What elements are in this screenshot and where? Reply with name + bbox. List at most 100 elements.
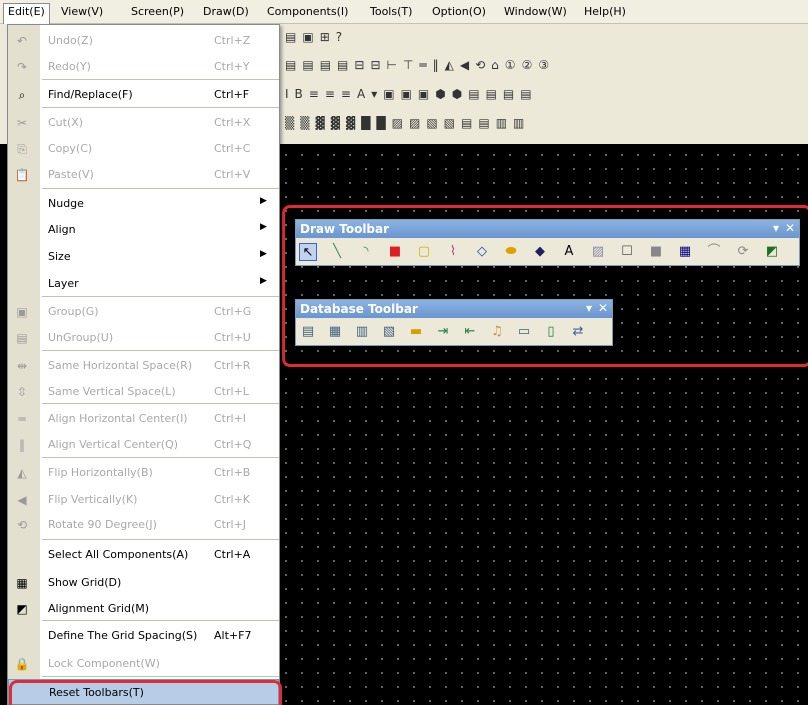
menu-screen[interactable]: Screen(P) xyxy=(127,3,188,21)
db-list-icon[interactable]: ▧ xyxy=(380,323,398,341)
menu-separator xyxy=(42,539,279,540)
cut-icon: ✂ xyxy=(16,116,28,130)
database-toolbar-title: Database Toolbar xyxy=(300,302,418,316)
image-icon[interactable]: ▨ xyxy=(589,243,607,261)
polygon-icon[interactable]: ◇ xyxy=(473,243,491,261)
menu-item-label: Find/Replace(F) xyxy=(48,88,133,101)
toolbar-options-icon[interactable]: ▾ xyxy=(773,221,779,235)
menu-item-same-horizontal-space: ⇹ Same Horizontal Space(R) Ctrl+R xyxy=(8,353,279,379)
menu-item-copy: ⎘ Copy(C) Ctrl+C xyxy=(8,136,279,162)
db-table-icon[interactable]: ▤ xyxy=(299,323,317,341)
submenu-arrow-icon: ▶ xyxy=(260,222,267,232)
menu-item-group: ▣ Group(G) Ctrl+G xyxy=(8,299,279,325)
menu-item-label: Same Horizontal Space(R) xyxy=(48,359,193,372)
menu-item-label: Rotate 90 Degree(J) xyxy=(48,518,157,531)
fill-color-icon[interactable]: ■ xyxy=(647,243,665,261)
menu-item-label: Redo(Y) xyxy=(48,60,91,73)
menu-view[interactable]: View(V) xyxy=(57,3,107,21)
menu-item-label: Paste(V) xyxy=(48,168,94,181)
ungroup-icon: ▤ xyxy=(16,331,28,345)
menu-item-layer[interactable]: Layer ▶ xyxy=(8,271,279,297)
diamond-icon[interactable]: ◆ xyxy=(531,243,549,261)
border-style-icon[interactable]: ☐ xyxy=(618,243,636,261)
menu-item-rotate-90-degree: ⟲ Rotate 90 Degree(J) Ctrl+J xyxy=(8,512,279,538)
menu-window[interactable]: Window(W) xyxy=(500,3,571,21)
arc-icon[interactable]: ◝ xyxy=(357,243,375,261)
lock-icon: 🔒 xyxy=(14,657,30,671)
menu-item-align[interactable]: Align ▶ xyxy=(8,217,279,243)
menu-item-redo: ↷ Redo(Y) Ctrl+Y xyxy=(8,54,279,80)
menu-item-nudge[interactable]: Nudge ▶ xyxy=(8,191,279,217)
menu-item-select-all-components[interactable]: Select All Components(A) Ctrl+A xyxy=(8,542,279,568)
database-toolbar-buttons: ▤ ▦ ▥ ▧ ▬ ⇥ ⇤ ♫ ▭ ▯ ⇄ xyxy=(299,321,609,343)
redo-icon: ↷ xyxy=(16,60,28,74)
close-icon[interactable]: ✕ xyxy=(598,301,608,315)
menu-item-same-vertical-space: ⇳ Same Vertical Space(L) Ctrl+L xyxy=(8,379,279,405)
menu-item-label: Same Vertical Space(L) xyxy=(48,385,176,398)
submenu-arrow-icon: ▶ xyxy=(260,196,267,206)
menu-components[interactable]: Components(I) xyxy=(263,3,352,21)
db-new-icon[interactable]: ▯ xyxy=(542,323,560,341)
line-icon[interactable]: ╲ xyxy=(328,243,346,261)
text-icon[interactable]: A xyxy=(560,243,578,261)
menu-option[interactable]: Option(O) xyxy=(428,3,490,21)
db-music-icon[interactable]: ♫ xyxy=(488,323,506,341)
menu-item-label: UnGroup(U) xyxy=(48,331,114,344)
menu-item-paste: 📋 Paste(V) Ctrl+V xyxy=(8,162,279,188)
menu-item-define-the-grid-spacing[interactable]: Define The Grid Spacing(S) Alt+F7 xyxy=(8,623,279,649)
align-horizontal-center-icon: ═ xyxy=(18,412,26,426)
alignment-grid-icon[interactable]: ◩ xyxy=(763,243,781,261)
edit-menu: ↶ Undo(Z) Ctrl+Z ↷ Redo(Y) Ctrl+Y ⌕ Find/Replac… xyxy=(7,24,280,705)
paste-icon: 📋 xyxy=(14,168,30,182)
menu-edit[interactable]: Edit(E) xyxy=(3,3,50,25)
curve-icon[interactable]: ⌒ xyxy=(705,243,723,261)
menu-item-show-grid[interactable]: ▦ Show Grid(D) xyxy=(8,570,279,596)
same-vertical-space-icon: ⇳ xyxy=(16,385,28,399)
menu-draw[interactable]: Draw(D) xyxy=(199,3,253,21)
layout-toolbar: ▤ ▤ ▤ ▤ ⊟ ⊟ ⊢ ⊤ ═ ‖ ◭ ◀ ⟲ ⌂ ① ② ③ xyxy=(285,58,550,72)
menu-item-shortcut: Ctrl+Y xyxy=(214,60,250,73)
menu-item-label: Group(G) xyxy=(48,305,99,318)
menu-item-label: Align xyxy=(48,223,76,236)
draw-toolbar-titlebar[interactable]: Draw Toolbar ▾ ✕ xyxy=(296,220,799,238)
draw-toolbar[interactable]: Draw Toolbar ▾ ✕ ↖ ╲ ◝ ■ ▢ ⌇ ◇ ⬬ ◆ A ▨ ☐ ■ ▦ ⌒ ⟳ ◩ xyxy=(295,219,800,266)
menu-item-alignment-grid[interactable]: ◩ Alignment Grid(M) xyxy=(8,596,279,622)
menu-item-label: Undo(Z) xyxy=(48,34,93,47)
submenu-arrow-icon: ▶ xyxy=(260,276,267,286)
ellipse-icon[interactable]: ⬬ xyxy=(502,243,520,261)
db-form-icon[interactable]: ▥ xyxy=(353,323,371,341)
rounded-rectangle-icon[interactable]: ▢ xyxy=(415,243,433,261)
db-report-icon[interactable]: ▭ xyxy=(515,323,533,341)
rectangle-icon[interactable]: ■ xyxy=(386,243,404,261)
db-folder-icon[interactable]: ▬ xyxy=(407,323,425,341)
menu-item-label: Define The Grid Spacing(S) xyxy=(48,629,198,642)
close-icon[interactable]: ✕ xyxy=(785,221,795,235)
menu-item-find-replace[interactable]: ⌕ Find/Replace(F) Ctrl+F xyxy=(8,82,279,108)
menu-item-label: Show Grid(D) xyxy=(48,576,122,589)
menu-item-size[interactable]: Size ▶ xyxy=(8,244,279,270)
grid-toggle-icon[interactable]: ▦ xyxy=(676,243,694,261)
db-sync-icon[interactable]: ⇄ xyxy=(569,323,587,341)
toolbar-options-icon[interactable]: ▾ xyxy=(586,301,592,315)
database-toolbar[interactable]: Database Toolbar ▾ ✕ ▤ ▦ ▥ ▧ ▬ ⇥ ⇤ ♫ ▭ ▯ ⇄ xyxy=(295,299,613,346)
group-icon: ▣ xyxy=(16,305,28,319)
polyline-icon[interactable]: ⌇ xyxy=(444,243,462,261)
db-export-icon[interactable]: ⇥ xyxy=(434,323,452,341)
db-import-icon[interactable]: ⇤ xyxy=(461,323,479,341)
menu-item-shortcut: Alt+F7 xyxy=(214,629,252,642)
db-grid-icon[interactable]: ▦ xyxy=(326,323,344,341)
menu-item-shortcut: Ctrl+G xyxy=(214,305,252,318)
pattern-toolbar: ▒ ▒ ▓ ▓ ▓ █ █ ▨ ▨ ▧ ▧ ▤ ▤ ▥ ▥ xyxy=(285,116,525,130)
menu-item-label: Flip Horizontally(B) xyxy=(48,466,153,479)
refresh-icon[interactable]: ⟳ xyxy=(734,243,752,261)
menu-item-label: Layer xyxy=(48,277,79,290)
pointer-icon[interactable]: ↖ xyxy=(299,243,317,261)
database-toolbar-titlebar[interactable]: Database Toolbar ▾ ✕ xyxy=(296,300,612,318)
menu-item-lock-component: 🔒 Lock Component(W) xyxy=(8,651,279,677)
menu-help[interactable]: Help(H) xyxy=(580,3,630,21)
undo-icon: ↶ xyxy=(16,34,28,48)
menu-item-label: Nudge xyxy=(48,197,84,210)
menu-tools[interactable]: Tools(T) xyxy=(366,3,416,21)
menu-item-shortcut: Ctrl+J xyxy=(214,518,247,531)
menu-item-label: Select All Components(A) xyxy=(48,548,189,561)
